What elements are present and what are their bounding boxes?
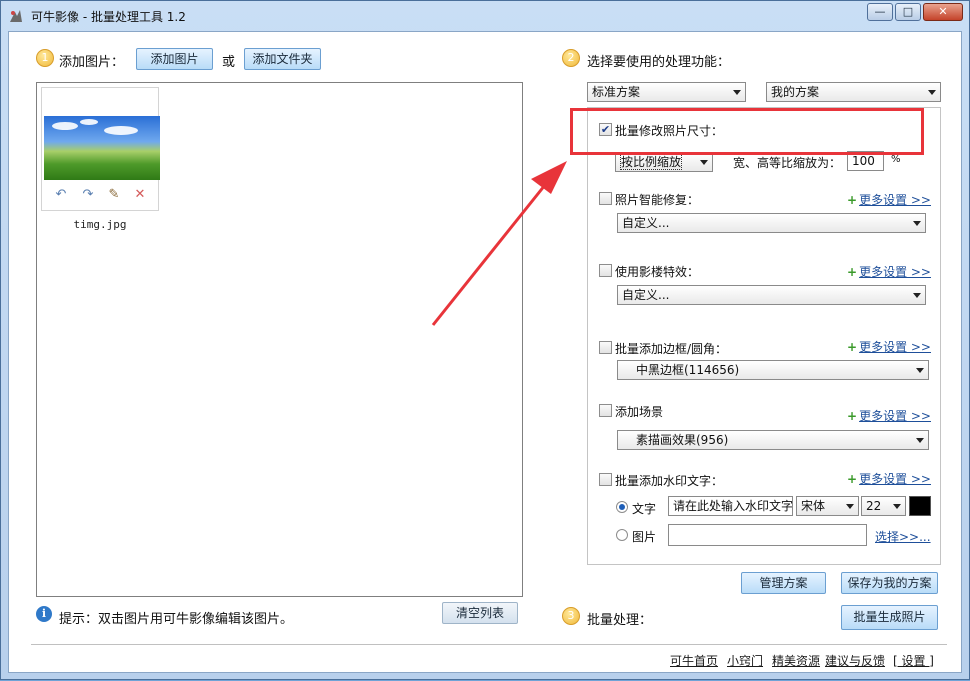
app-window: 可牛影像 - 批量处理工具 1.2 — □ ✕ 1 添加图片： 添加图片 或 添… (0, 0, 970, 680)
arrow-shaft (431, 184, 547, 326)
arrow-head (531, 161, 567, 194)
annotation-arrow (431, 161, 567, 326)
